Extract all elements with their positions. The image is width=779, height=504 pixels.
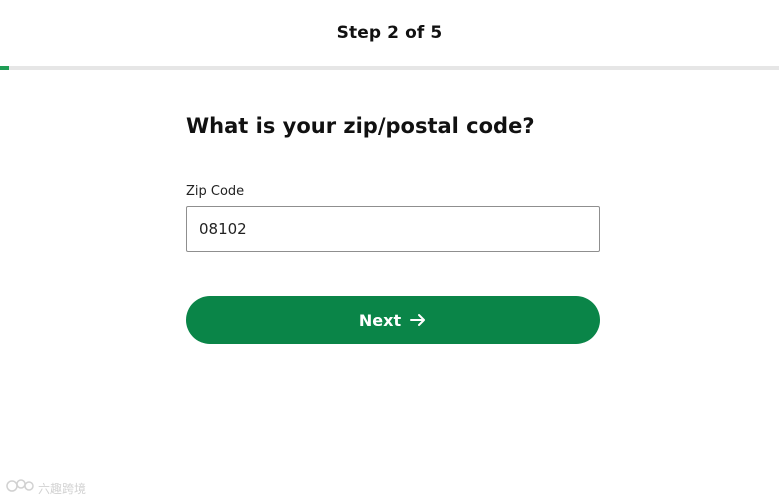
zip-form: What is your zip/postal code? Zip Code N… xyxy=(186,110,600,344)
progress-bar-fill xyxy=(0,66,9,70)
zip-field-label: Zip Code xyxy=(186,184,245,199)
next-button-label: Next xyxy=(358,310,402,330)
watermark-logo-icon xyxy=(6,478,34,498)
arrow-right-icon xyxy=(409,311,427,329)
watermark-text: 六趣跨境 xyxy=(38,481,87,496)
next-button[interactable]: Next xyxy=(186,296,600,344)
page-title: What is your zip/postal code? xyxy=(186,114,535,138)
watermark: 六趣跨境 xyxy=(6,478,86,498)
page: Step 2 of 5 What is your zip/postal code… xyxy=(0,0,779,504)
step-indicator: Step 2 of 5 xyxy=(336,23,443,43)
zip-code-input[interactable] xyxy=(186,206,600,252)
progress-bar xyxy=(0,66,779,70)
header: Step 2 of 5 xyxy=(0,0,779,66)
